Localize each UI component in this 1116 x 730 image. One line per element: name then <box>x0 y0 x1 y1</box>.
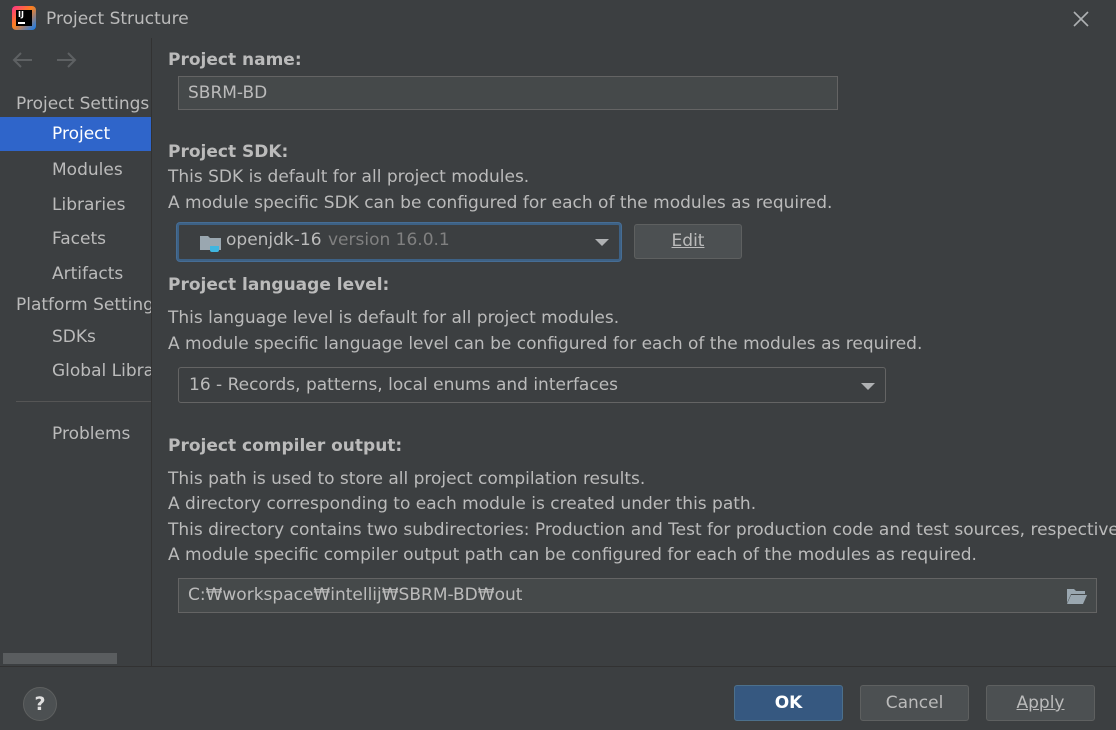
sdk-version: version 16.0.1 <box>328 230 450 250</box>
output-description-3: This directory contains two subdirectori… <box>168 520 1116 540</box>
sidebar-item-modules[interactable]: Modules <box>0 153 151 187</box>
folder-icon <box>200 236 221 252</box>
window-title: Project Structure <box>46 9 189 29</box>
browse-folder-icon[interactable] <box>1066 587 1088 605</box>
sdk-description-1: This SDK is default for all project modu… <box>168 167 530 187</box>
apply-button[interactable]: Apply <box>986 685 1095 721</box>
compiler-output-path: C:₩workspace₩intellij₩SBRM-BD₩out <box>188 585 523 605</box>
language-description-2: A module specific language level can be … <box>168 334 923 354</box>
forward-button[interactable] <box>55 50 77 75</box>
output-description-2: A directory corresponding to each module… <box>168 494 757 514</box>
ok-button[interactable]: OK <box>734 685 843 721</box>
apply-button-label: Apply <box>1016 693 1065 713</box>
sidebar-item-label: Libraries <box>52 195 126 215</box>
forward-arrow-icon <box>57 52 77 68</box>
sidebar-item-label: Project <box>52 124 111 144</box>
close-button[interactable] <box>1068 6 1094 32</box>
intellij-logo-icon: IJ <box>12 6 36 30</box>
edit-button-label: Edit <box>671 231 705 251</box>
back-arrow-icon <box>12 52 32 68</box>
sidebar-item-project[interactable]: Project <box>0 117 151 151</box>
dropdown-arrow-icon <box>861 383 875 390</box>
output-description-4: A module specific compiler output path c… <box>168 545 977 565</box>
language-description-1: This language level is default for all p… <box>168 308 620 328</box>
help-icon: ? <box>34 693 46 715</box>
project-settings-panel: Project name: SBRM-BD Project SDK: This … <box>152 38 1116 666</box>
sdk-name: openjdk-16 <box>226 230 322 250</box>
sidebar-item-artifacts[interactable]: Artifacts <box>0 257 151 291</box>
dialog-footer: ? OK Cancel Apply <box>0 666 1116 730</box>
compiler-output-path-input[interactable]: C:₩workspace₩intellij₩SBRM-BD₩out <box>178 578 1097 613</box>
sidebar: Project Settings Project Modules Librari… <box>0 38 152 666</box>
sidebar-item-label: SDKs <box>52 327 96 347</box>
cancel-button[interactable]: Cancel <box>860 685 969 721</box>
sidebar-item-global-libraries[interactable]: Global Libraries <box>0 354 151 388</box>
edit-sdk-button[interactable]: Edit <box>634 224 742 259</box>
sidebar-item-label: Global Libraries <box>52 361 151 381</box>
sidebar-item-facets[interactable]: Facets <box>0 222 151 256</box>
sidebar-item-label: Problems <box>52 424 131 444</box>
project-sdk-label: Project SDK: <box>168 142 289 162</box>
sdk-dropdown[interactable]: openjdk-16 version 16.0.1 <box>177 223 621 261</box>
sidebar-item-label: Artifacts <box>52 264 124 284</box>
sidebar-item-label: Facets <box>52 229 106 249</box>
language-level-label: Project language level: <box>168 275 390 295</box>
help-button[interactable]: ? <box>23 687 57 721</box>
output-description-1: This path is used to store all project c… <box>168 469 646 489</box>
back-button[interactable] <box>12 50 34 75</box>
sidebar-item-sdks[interactable]: SDKs <box>0 320 151 354</box>
project-name-input[interactable]: SBRM-BD <box>178 76 838 110</box>
compiler-output-label: Project compiler output: <box>168 436 403 456</box>
group-platform-settings: Platform Settings <box>16 295 152 315</box>
group-project-settings: Project Settings <box>16 94 150 114</box>
sidebar-horizontal-scrollbar[interactable] <box>3 653 117 664</box>
sidebar-divider <box>16 401 151 402</box>
project-name-label: Project name: <box>168 50 302 70</box>
nav-arrows <box>12 50 93 72</box>
language-level-value: 16 - Records, patterns, local enums and … <box>189 375 619 395</box>
close-icon <box>1073 11 1089 27</box>
sidebar-item-problems[interactable]: Problems <box>0 417 151 451</box>
sidebar-item-label: Modules <box>52 160 123 180</box>
title-bar: IJ Project Structure <box>0 0 1116 38</box>
language-level-dropdown[interactable]: 16 - Records, patterns, local enums and … <box>178 367 886 403</box>
sdk-description-2: A module specific SDK can be configured … <box>168 193 833 213</box>
dropdown-arrow-icon <box>595 239 609 246</box>
sidebar-item-libraries[interactable]: Libraries <box>0 188 151 222</box>
